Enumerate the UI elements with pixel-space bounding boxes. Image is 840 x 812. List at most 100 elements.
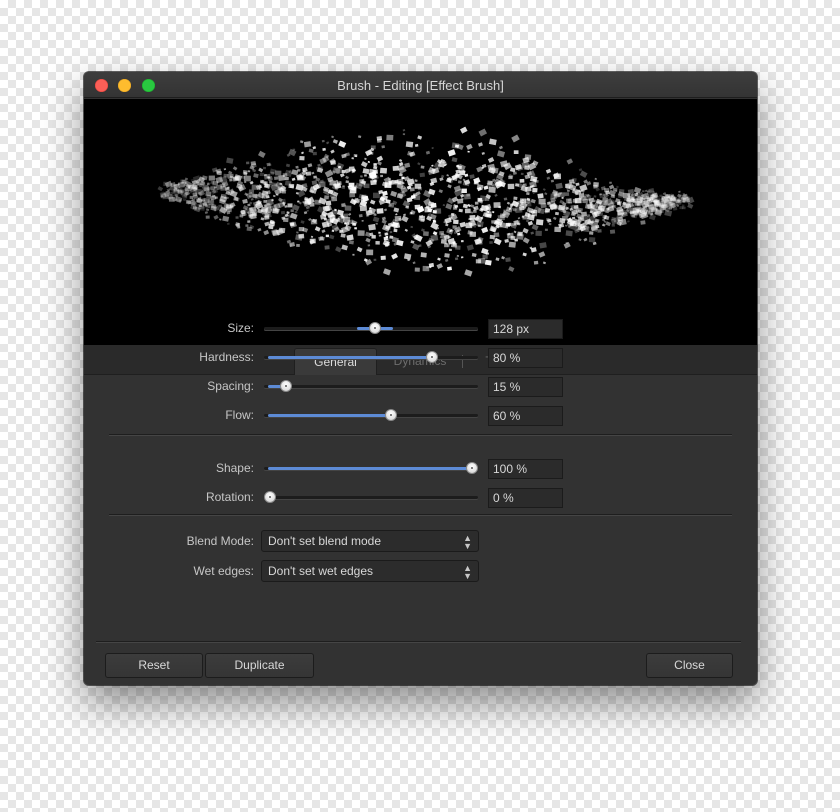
spacing-label: Spacing: (207, 379, 254, 393)
shape-slider-knob[interactable] (466, 462, 478, 474)
stroke-dab (266, 175, 270, 179)
stroke-dab (507, 183, 515, 190)
close-button[interactable]: Close (646, 653, 733, 678)
stroke-dab (588, 231, 594, 235)
spacing-slider-knob[interactable] (280, 380, 293, 392)
stroke-dab (284, 176, 289, 181)
stroke-dab (629, 210, 635, 214)
stroke-dab (530, 198, 536, 204)
stroke-dab (611, 224, 615, 227)
stroke-dab (455, 245, 461, 250)
stroke-dab (489, 241, 493, 244)
size-label: Size: (227, 321, 254, 335)
stroke-dab (445, 203, 453, 210)
stroke-dab (364, 157, 367, 161)
stroke-dab (682, 196, 690, 203)
flow-slider-knob[interactable] (385, 409, 398, 421)
stroke-dab (593, 195, 597, 198)
stroke-dab (240, 209, 246, 215)
stroke-dab (451, 157, 458, 163)
rotation-slider-knob[interactable] (264, 491, 276, 503)
stroke-dab (223, 168, 227, 171)
stroke-dab (509, 167, 516, 173)
stroke-dab (356, 246, 363, 253)
stroke-dab (393, 179, 399, 184)
reset-button[interactable]: Reset (105, 653, 203, 678)
size-slider-knob[interactable] (369, 322, 382, 334)
stroke-dab (513, 150, 519, 154)
stroke-dab (376, 138, 382, 143)
stroke-dab (367, 160, 371, 164)
spacing-value-field[interactable]: 15 % (488, 377, 563, 397)
stroke-dab (444, 243, 449, 248)
duplicate-button[interactable]: Duplicate (205, 653, 314, 678)
stroke-dab (511, 134, 520, 143)
stroke-dab (208, 175, 215, 181)
title-bar[interactable]: Brush - Editing [Effect Brush] (84, 72, 757, 98)
stroke-dab (294, 210, 298, 214)
stroke-dab (259, 172, 264, 177)
shape-value-field[interactable]: 100 % (488, 459, 563, 479)
stroke-dab (499, 145, 503, 150)
rotation-value-field[interactable]: 0 % (488, 488, 563, 508)
stroke-dab (593, 184, 598, 189)
stroke-dab (470, 211, 474, 214)
stroke-dab (352, 222, 357, 226)
stroke-dab (395, 213, 398, 216)
stroke-dab (445, 223, 449, 227)
window-title: Brush - Editing [Effect Brush] (337, 78, 504, 93)
stroke-dab (431, 146, 434, 150)
stroke-dab (381, 145, 386, 149)
stroke-dab (579, 170, 588, 178)
stroke-dab (345, 152, 350, 157)
stroke-dab (218, 207, 226, 214)
stroke-dab (445, 258, 449, 262)
stroke-dab (273, 202, 281, 210)
rotation-slider-track[interactable] (264, 496, 478, 499)
stroke-dab (683, 194, 687, 198)
stroke-dab (410, 225, 414, 229)
stroke-dab (555, 182, 563, 190)
stroke-dab (498, 205, 502, 209)
stroke-dab (253, 173, 259, 179)
stroke-dab (420, 218, 425, 223)
stroke-dab (575, 182, 580, 187)
stroke-dab (452, 225, 457, 229)
stroke-dab (554, 211, 559, 216)
hardness-slider-knob[interactable] (425, 351, 438, 363)
stroke-dab (332, 139, 339, 144)
size-value-field[interactable]: 128 px (488, 319, 563, 339)
stroke-dab (290, 209, 294, 213)
stroke-dab (393, 228, 398, 233)
blend-mode-select[interactable]: Don't set blend mode ▲ ▼ (261, 530, 479, 552)
stroke-dab (454, 257, 459, 261)
tab-dynamics[interactable]: Dynamics (380, 348, 460, 375)
stroke-dab (432, 210, 437, 214)
stroke-dab (245, 224, 249, 227)
stroke-dab (662, 204, 668, 209)
wet-edges-label: Wet edges: (193, 564, 254, 578)
stroke-dab (189, 191, 192, 194)
stroke-dab (621, 214, 624, 217)
stroke-dab (322, 147, 326, 151)
stroke-dab (285, 163, 291, 168)
stroke-dab (620, 220, 624, 223)
stroke-dab (469, 174, 475, 179)
tab-general[interactable]: General (294, 348, 377, 375)
stroke-dab (495, 257, 500, 261)
stroke-dab (546, 176, 551, 180)
blend-mode-value: Don't set blend mode (268, 534, 382, 548)
stroke-dab (354, 227, 357, 230)
wet-edges-select[interactable]: Don't set wet edges ▲ ▼ (261, 560, 479, 582)
stroke-dab (303, 211, 308, 215)
stroke-dab (561, 196, 564, 199)
spacing-slider-track[interactable] (264, 385, 478, 388)
stroke-dab (531, 224, 539, 231)
stroke-dab (446, 174, 450, 177)
stroke-dab (342, 185, 345, 188)
stroke-dab (464, 208, 471, 214)
stroke-dab (251, 163, 257, 168)
hardness-value-field[interactable]: 80 % (488, 348, 563, 368)
flow-value-field[interactable]: 60 % (488, 406, 563, 426)
stroke-dab (624, 198, 627, 201)
